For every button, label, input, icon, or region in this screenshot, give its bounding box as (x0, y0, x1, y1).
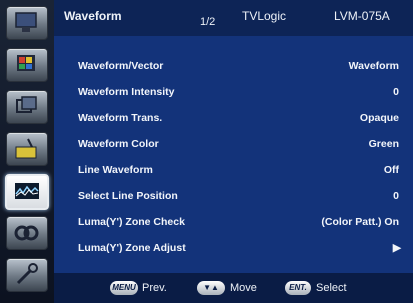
sidebar-item-display[interactable] (6, 90, 48, 124)
sidebar-item-color[interactable] (6, 48, 48, 82)
menu-item-line-waveform[interactable]: Line Waveform Off (54, 161, 413, 179)
prev-label: Prev. (142, 282, 167, 294)
audio-icon (15, 138, 37, 159)
menu-item-label: Line Waveform (78, 164, 153, 176)
page-indicator: 1/2 (200, 16, 216, 28)
menu-item-label: Waveform Intensity (78, 86, 175, 98)
enter-key-icon[interactable]: ENT. (285, 281, 311, 295)
menu-item-value: Off (383, 164, 399, 176)
menu-item-value: Green (368, 138, 399, 150)
sidebar-item-tools[interactable] (6, 258, 48, 292)
menu-item-label: Waveform/Vector (78, 60, 164, 72)
select-label: Select (316, 282, 347, 294)
menu-item-waveform-color[interactable]: Waveform Color Green (54, 135, 413, 153)
display-icon (16, 96, 37, 113)
menu-item-value: 0 (393, 86, 399, 98)
menu-item-waveform-trans[interactable]: Waveform Trans. Opaque (54, 109, 413, 127)
monitor-icon (15, 12, 37, 32)
sidebar-item-monitor[interactable] (6, 6, 48, 40)
menu-item-label: Luma(Y') Zone Adjust (78, 242, 186, 254)
submenu-arrow-icon: ▶ (392, 242, 401, 254)
menu-item-select-line-position[interactable]: Select Line Position 0 (54, 187, 413, 205)
sidebar (0, 0, 54, 303)
menu-key-icon[interactable]: MENU (110, 281, 138, 295)
menu-item-label: Luma(Y') Zone Check (78, 216, 185, 228)
footer-bar: MENU Prev. ▼▲ Move ENT. Select (54, 273, 413, 303)
sidebar-item-audio[interactable] (6, 132, 48, 166)
up-down-key-icon[interactable]: ▼▲ (197, 281, 225, 295)
menu-item-value: (Color Patt.) On (321, 216, 399, 228)
sidebar-item-link[interactable] (6, 216, 48, 250)
menu-title: Waveform (64, 9, 122, 23)
move-label: Move (230, 282, 257, 294)
model-label: LVM-075A (334, 9, 390, 23)
menu-item-luma-zone-check[interactable]: Luma(Y') Zone Check (Color Patt.) On (54, 213, 413, 231)
waveform-icon (15, 183, 39, 199)
menu-item-waveform-intensity[interactable]: Waveform Intensity 0 (54, 83, 413, 101)
menu-item-luma-zone-adjust[interactable]: Luma(Y') Zone Adjust ▶ (54, 239, 413, 257)
menu-header: Waveform 1/2 TVLogic LVM-075A (54, 0, 413, 36)
menu-item-label: Select Line Position (78, 190, 178, 202)
link-icon (14, 225, 39, 241)
menu-item-label: Waveform Color (78, 138, 159, 150)
brand-label: TVLogic (242, 9, 287, 23)
sidebar-item-waveform[interactable] (5, 174, 49, 210)
menu-item-value: 0 (393, 190, 399, 202)
menu-item-waveform-vector[interactable]: Waveform/Vector Waveform (54, 57, 413, 75)
tools-icon (16, 263, 38, 285)
color-icon (17, 55, 35, 71)
menu-item-value: Waveform (348, 60, 399, 72)
menu-item-value: Opaque (359, 112, 399, 124)
menu-item-label: Waveform Trans. (78, 112, 163, 124)
